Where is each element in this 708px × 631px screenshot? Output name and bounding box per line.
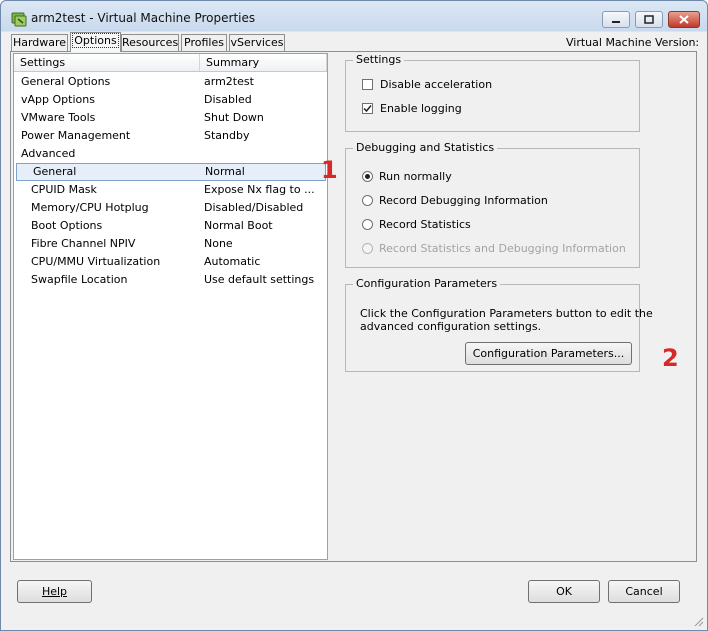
debugging-group-title: Debugging and Statistics (353, 141, 498, 155)
close-icon (679, 15, 689, 24)
row-setting: General (33, 165, 77, 178)
row-setting: Boot Options (31, 219, 103, 232)
list-row-vmware-tools[interactable]: VMware Tools Shut Down (14, 109, 327, 127)
settings-group: Settings Disable acceleration Enable log… (345, 53, 640, 132)
list-row-general-options[interactable]: General Options arm2test (14, 73, 327, 91)
help-button-label: Help (41, 585, 68, 598)
list-row-advanced[interactable]: Advanced (14, 145, 327, 163)
run-normally-radio[interactable] (362, 171, 373, 182)
row-setting: vApp Options (21, 93, 95, 106)
row-summary: Normal Boot (204, 219, 273, 232)
list-row-swapfile-location[interactable]: Swapfile Location Use default settings (14, 271, 327, 289)
title-bar[interactable]: arm2test - Virtual Machine Properties (1, 1, 707, 33)
row-summary: arm2test (204, 75, 254, 88)
vm-properties-icon (11, 12, 27, 27)
tab-options[interactable]: Options (70, 32, 121, 52)
tab-resources[interactable]: Resources (121, 34, 179, 51)
record-debugging-label[interactable]: Record Debugging Information (379, 194, 548, 207)
row-setting: Power Management (21, 129, 131, 142)
record-debugging-radio[interactable] (362, 195, 373, 206)
row-setting: General Options (21, 75, 111, 88)
row-setting: CPUID Mask (31, 183, 97, 196)
configuration-parameters-group: Configuration Parameters Click the Confi… (345, 277, 653, 372)
run-normally-label[interactable]: Run normally (379, 170, 452, 183)
tab-hardware[interactable]: Hardware (11, 34, 68, 51)
row-setting: Memory/CPU Hotplug (31, 201, 149, 214)
row-setting: Advanced (21, 147, 76, 160)
list-row-memory-cpu-hotplug[interactable]: Memory/CPU Hotplug Disabled/Disabled (14, 199, 327, 217)
tab-profiles-label: Profiles (184, 36, 224, 49)
list-row-general-selected[interactable]: General Normal (16, 163, 326, 181)
row-summary: Disabled (204, 93, 252, 106)
settings-list[interactable]: Settings Summary General Options arm2test… (13, 53, 328, 560)
record-statistics-debugging-radio (362, 243, 373, 254)
annotation-2: 2 (662, 344, 679, 372)
properties-window: arm2test - Virtual Machine Properties Ha… (0, 0, 708, 631)
row-setting: Fibre Channel NPIV (31, 237, 136, 250)
tab-vservices[interactable]: vServices (229, 34, 285, 51)
list-row-fibre-channel-npiv[interactable]: Fibre Channel NPIV None (14, 235, 327, 253)
row-summary: Standby (204, 129, 250, 142)
row-summary: Automatic (204, 255, 261, 268)
config-group-title: Configuration Parameters (353, 277, 501, 291)
window-title: arm2test - Virtual Machine Properties (31, 11, 256, 25)
list-row-cpuid-mask[interactable]: CPUID Mask Expose Nx flag to ... (14, 181, 327, 199)
row-summary: Disabled/Disabled (204, 201, 304, 214)
tab-resources-label: Resources (122, 36, 179, 49)
disable-acceleration-label[interactable]: Disable acceleration (380, 78, 492, 91)
row-summary: Expose Nx flag to ... (204, 183, 315, 196)
close-button[interactable] (668, 11, 700, 28)
row-summary: Use default settings (204, 273, 315, 286)
settings-group-title: Settings (353, 53, 405, 67)
row-summary: Shut Down (204, 111, 264, 124)
ok-button[interactable]: OK (528, 580, 600, 603)
config-description-line2: advanced configuration settings. (360, 320, 542, 333)
column-header-summary[interactable]: Summary (200, 54, 327, 71)
row-summary: None (204, 237, 233, 250)
column-header-settings[interactable]: Settings (14, 54, 200, 71)
config-description-line1: Click the Configuration Parameters butto… (360, 307, 653, 320)
record-statistics-label[interactable]: Record Statistics (379, 218, 471, 231)
configuration-parameters-button[interactable]: Configuration Parameters... (465, 342, 632, 365)
minimize-button[interactable] (602, 11, 630, 28)
list-row-cpu-mmu-virtualization[interactable]: CPU/MMU Virtualization Automatic (14, 253, 327, 271)
record-statistics-debugging-label: Record Statistics and Debugging Informat… (379, 242, 626, 255)
tab-options-label: Options (72, 33, 119, 48)
tab-hardware-label: Hardware (12, 36, 67, 49)
disable-acceleration-checkbox[interactable] (362, 79, 373, 90)
list-row-vapp-options[interactable]: vApp Options Disabled (14, 91, 327, 109)
maximize-button[interactable] (635, 11, 663, 28)
row-summary: Normal (205, 165, 245, 178)
checkmark-icon (363, 105, 372, 113)
enable-logging-checkbox[interactable] (362, 103, 373, 114)
minimize-icon (612, 20, 620, 23)
record-statistics-radio[interactable] (362, 219, 373, 230)
list-row-boot-options[interactable]: Boot Options Normal Boot (14, 217, 327, 235)
maximize-icon (644, 15, 654, 24)
annotation-1: 1 (321, 156, 338, 184)
list-row-power-management[interactable]: Power Management Standby (14, 127, 327, 145)
row-setting: VMware Tools (21, 111, 96, 124)
debugging-statistics-group: Debugging and Statistics Run normally Re… (345, 141, 640, 268)
row-setting: Swapfile Location (31, 273, 128, 286)
tab-profiles[interactable]: Profiles (181, 34, 227, 51)
enable-logging-label[interactable]: Enable logging (380, 102, 462, 115)
resize-grip-icon[interactable] (692, 615, 704, 627)
cancel-button[interactable]: Cancel (608, 580, 680, 603)
help-button[interactable]: Help (17, 580, 92, 603)
list-header: Settings Summary (14, 54, 327, 72)
tab-vservices-label: vServices (230, 36, 284, 49)
row-setting: CPU/MMU Virtualization (31, 255, 161, 268)
